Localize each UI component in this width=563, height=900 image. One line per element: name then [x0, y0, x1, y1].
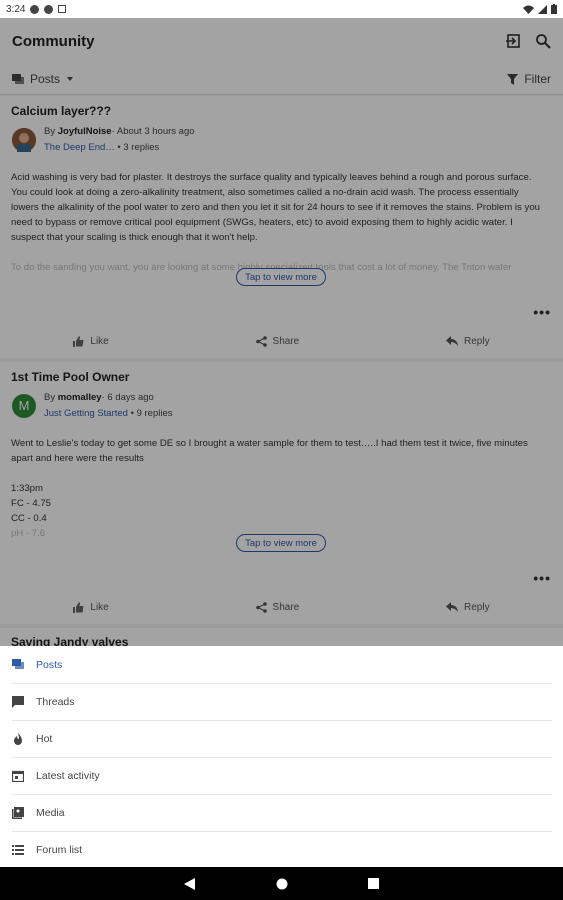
sheet-item-hot[interactable]: Hot	[0, 720, 563, 757]
calendar-icon	[12, 770, 24, 782]
sheet-item-media[interactable]: Media	[0, 794, 563, 831]
screenshot-icon	[58, 5, 67, 13]
recents-icon[interactable]	[368, 878, 379, 889]
feed-type-bottom-sheet: Posts Threads Hot Latest activity Media …	[0, 646, 563, 867]
battery-icon	[551, 4, 557, 14]
sheet-item-label: Hot	[36, 732, 53, 745]
message-icon	[44, 4, 54, 14]
notification-icon	[30, 4, 40, 14]
list-icon	[12, 844, 24, 856]
sheet-item-label: Threads	[36, 695, 75, 708]
sheet-item-label: Media	[36, 806, 65, 819]
posts-icon	[12, 659, 24, 671]
back-icon[interactable]	[184, 877, 196, 890]
sheet-item-forum-list[interactable]: Forum list	[0, 831, 563, 868]
flame-icon	[12, 732, 24, 745]
sheet-item-label: Forum list	[36, 843, 83, 856]
sheet-item-label: Posts	[36, 658, 63, 671]
status-bar: 3:24	[0, 0, 563, 18]
sheet-item-latest-activity[interactable]: Latest activity	[0, 757, 563, 794]
wifi-icon	[523, 5, 534, 14]
media-icon	[12, 806, 24, 819]
sheet-item-posts[interactable]: Posts	[0, 646, 563, 683]
threads-icon	[12, 695, 24, 708]
cell-signal-icon	[538, 4, 547, 14]
system-nav-bar	[0, 867, 563, 900]
scrim-overlay[interactable]	[0, 18, 563, 646]
status-time: 3:24	[6, 3, 26, 15]
home-icon[interactable]	[276, 878, 288, 890]
sheet-item-label: Latest activity	[36, 769, 100, 782]
sheet-item-threads[interactable]: Threads	[0, 683, 563, 720]
